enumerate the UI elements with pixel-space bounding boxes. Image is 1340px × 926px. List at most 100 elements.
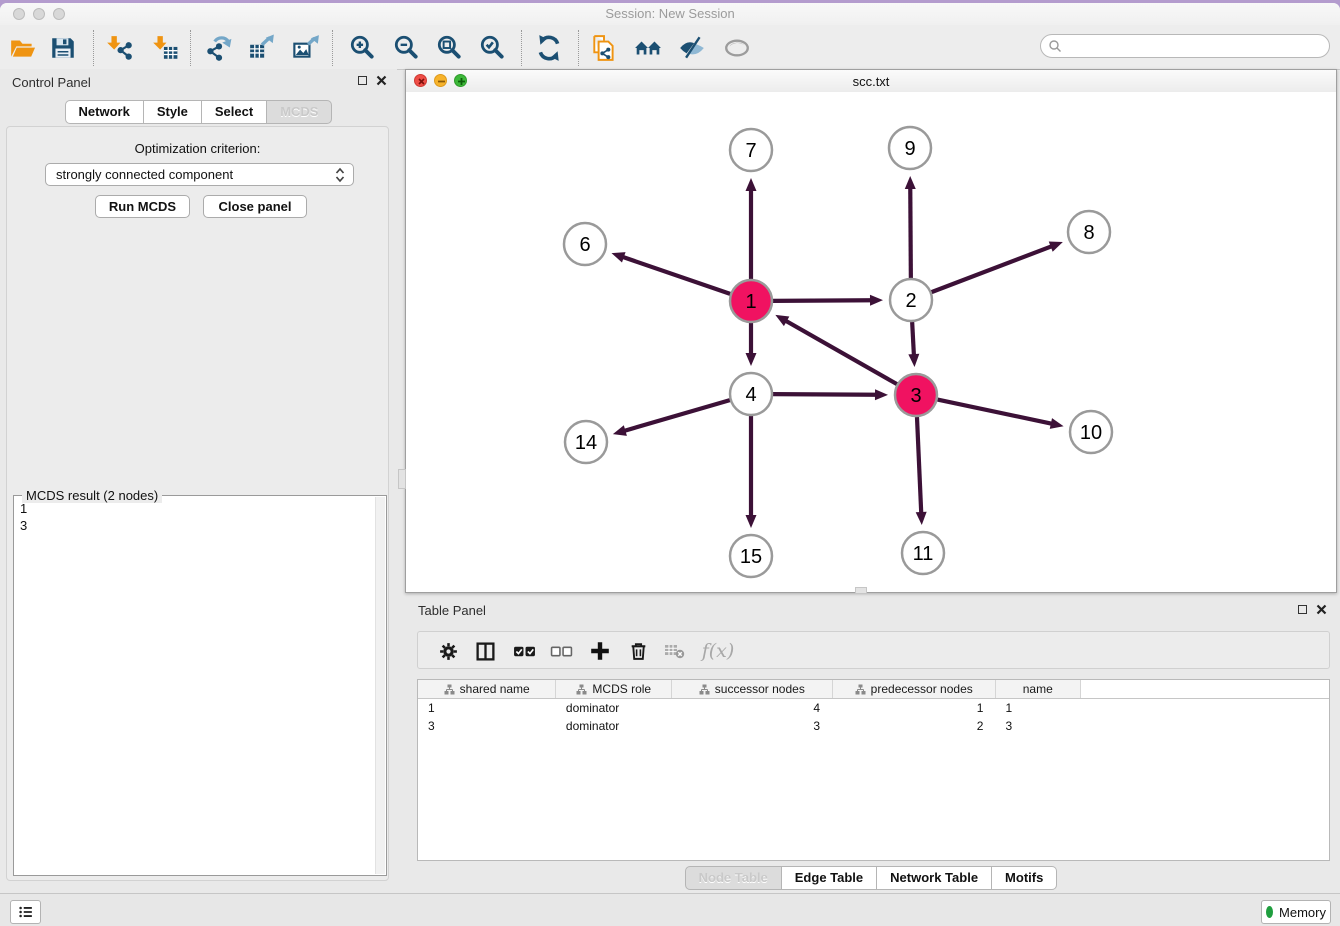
network-overview-button[interactable] [720, 32, 754, 64]
tab-network-table[interactable]: Network Table [877, 866, 992, 890]
column-layout-button[interactable] [470, 637, 500, 665]
table-cell[interactable]: dominator [556, 699, 672, 718]
table-row[interactable]: 3dominator323 [418, 717, 1329, 735]
tab-mcds[interactable]: MCDS [267, 100, 332, 124]
search-box[interactable] [1040, 34, 1330, 58]
close-panel-icon[interactable] [376, 75, 387, 86]
toggle-graphics-details-button[interactable] [675, 32, 709, 64]
search-input[interactable] [1062, 37, 1329, 55]
table-cell[interactable]: 1 [995, 699, 1080, 718]
table-cell[interactable]: 4 [672, 699, 832, 718]
float-panel-icon[interactable] [358, 76, 367, 85]
export-table-button[interactable] [245, 32, 279, 64]
zoom-selected-button[interactable] [475, 32, 509, 64]
tab-style[interactable]: Style [144, 100, 202, 124]
column-header-name[interactable]: name [995, 680, 1080, 699]
graph-edge-2-3[interactable] [908, 322, 919, 367]
deselect-all-rows-button[interactable] [546, 637, 576, 665]
add-column-button[interactable] [585, 637, 615, 665]
open-session-button[interactable] [6, 32, 40, 64]
table-cell[interactable]: 2 [832, 717, 995, 735]
graph-node-8[interactable]: 8 [1068, 211, 1110, 253]
column-header-shared-name[interactable]: shared name [418, 680, 556, 699]
select-all-rows-button[interactable] [509, 637, 539, 665]
graph-node-15[interactable]: 15 [730, 535, 772, 577]
mcds-result-scrollbar[interactable] [375, 497, 385, 874]
graph-node-2[interactable]: 2 [890, 279, 932, 321]
control-panel-tabs: NetworkStyleSelectMCDS [0, 100, 397, 124]
zoom-fit-button[interactable] [432, 32, 466, 64]
selected-option: strongly connected component [56, 167, 233, 182]
graph-node-9[interactable]: 9 [889, 127, 931, 169]
table-row[interactable]: 1dominator411 [418, 699, 1329, 718]
column-header-MCDS-role[interactable]: MCDS role [556, 680, 672, 699]
graph-edge-4-14[interactable] [613, 400, 730, 436]
close-panel-button[interactable]: Close panel [203, 195, 307, 218]
graph-edge-3-11[interactable] [916, 417, 927, 525]
splitter-grip-horizontal[interactable] [855, 587, 867, 594]
tab-node-table[interactable]: Node Table [685, 866, 782, 890]
tab-network[interactable]: Network [65, 100, 144, 124]
delete-table-button[interactable] [660, 637, 690, 665]
graph-edge-1-4[interactable] [746, 323, 757, 366]
save-session-button[interactable] [46, 32, 80, 64]
graph-edge-3-1[interactable] [775, 315, 897, 384]
close-panel-icon[interactable] [1316, 604, 1327, 615]
apply-function-button[interactable]: f(x) [698, 637, 738, 665]
table-cell[interactable]: 1 [832, 699, 995, 718]
graph-node-10[interactable]: 10 [1070, 411, 1112, 453]
graph-edge-3-10[interactable] [938, 400, 1064, 429]
table-settings-button[interactable] [433, 637, 463, 665]
duplicate-network-button[interactable] [587, 32, 621, 64]
run-mcds-button[interactable]: Run MCDS [95, 195, 190, 218]
memory-button[interactable]: Memory [1261, 900, 1331, 924]
float-panel-icon[interactable] [1298, 605, 1307, 614]
export-image-button[interactable] [289, 32, 323, 64]
delete-column-button[interactable] [623, 637, 653, 665]
task-history-button[interactable] [10, 900, 41, 924]
table-cell[interactable]: 3 [672, 717, 832, 735]
column-header-successor-nodes[interactable]: successor nodes [672, 680, 832, 699]
graph-node-11[interactable]: 11 [902, 532, 944, 574]
table-cell[interactable]: 3 [995, 717, 1080, 735]
column-header-predecessor-nodes[interactable]: predecessor nodes [832, 680, 995, 699]
graph-node-3[interactable]: 3 [895, 374, 937, 416]
graph-node-4[interactable]: 4 [730, 373, 772, 415]
graph-node-1[interactable]: 1 [730, 280, 772, 322]
zoom-out-button[interactable] [389, 32, 423, 64]
export-network-button[interactable] [202, 32, 236, 64]
mcds-result-text[interactable]: 13 [15, 498, 376, 874]
network-window-titlebar[interactable]: scc.txt [406, 70, 1336, 93]
splitter-grip-vertical[interactable] [398, 469, 406, 489]
tab-edge-table[interactable]: Edge Table [782, 866, 877, 890]
tab-select[interactable]: Select [202, 100, 267, 124]
network-canvas[interactable]: 7 9 6 8 1 2 4 3 14 10 15 11 [406, 92, 1336, 592]
table-cell[interactable]: 3 [418, 717, 556, 735]
gear-icon [438, 641, 459, 662]
import-table-button[interactable] [148, 32, 182, 64]
graph-node-7[interactable]: 7 [730, 129, 772, 171]
graph-edge-2-9[interactable] [905, 176, 916, 278]
graph-edge-4-3[interactable] [773, 389, 888, 400]
zoom-in-button[interactable] [345, 32, 379, 64]
node-table[interactable]: shared nameMCDS rolesuccessor nodesprede… [417, 679, 1330, 861]
graph-edge-1-2[interactable] [773, 295, 883, 306]
svg-text:11: 11 [913, 543, 934, 565]
column-type-icon [699, 684, 710, 695]
graph-edge-2-8[interactable] [932, 241, 1063, 292]
graph-node-14[interactable]: 14 [565, 421, 607, 463]
tab-motifs[interactable]: Motifs [992, 866, 1057, 890]
main-toolbar [0, 25, 1340, 70]
apply-layout-button[interactable] [532, 32, 566, 64]
import-network-button[interactable] [102, 32, 136, 64]
graph-edge-4-15[interactable] [746, 416, 757, 528]
graph-node-6[interactable]: 6 [564, 223, 606, 265]
overview-eye-icon [723, 34, 751, 62]
graph-edge-1-6[interactable] [611, 252, 730, 294]
graph-edge-1-7[interactable] [746, 178, 757, 279]
table-toolbar: f(x) [417, 631, 1330, 669]
table-cell[interactable]: 1 [418, 699, 556, 718]
table-cell[interactable]: dominator [556, 717, 672, 735]
optimization-criterion-select[interactable]: strongly connected component [45, 163, 354, 186]
show-all-networks-button[interactable] [631, 32, 665, 64]
